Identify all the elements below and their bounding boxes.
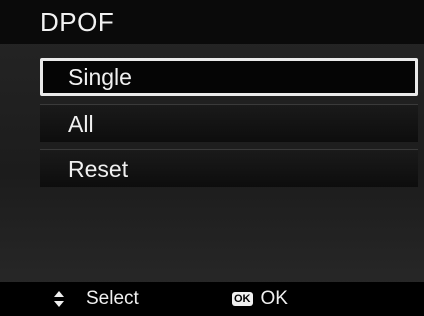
- menu-item-label: All: [68, 111, 94, 137]
- up-down-arrows-icon: [52, 290, 66, 308]
- title-bar: DPOF: [0, 0, 424, 44]
- menu-item-single[interactable]: Single: [40, 58, 418, 96]
- menu-item-label: Single: [68, 64, 132, 90]
- select-hint-label: Select: [86, 288, 139, 309]
- page-title: DPOF: [40, 7, 115, 37]
- dpof-menu-screen: DPOF Single All Reset Select OK OK: [0, 0, 424, 316]
- footer-hint-bar: Select OK OK: [0, 282, 424, 316]
- menu-item-all[interactable]: All: [40, 104, 418, 142]
- ok-button-icon: OK: [232, 292, 253, 306]
- menu-item-label: Reset: [68, 156, 129, 182]
- ok-hint-label: OK: [260, 288, 288, 309]
- ok-hint: OK OK: [232, 282, 288, 316]
- menu-item-reset[interactable]: Reset: [40, 149, 418, 187]
- select-hint: Select: [52, 282, 139, 316]
